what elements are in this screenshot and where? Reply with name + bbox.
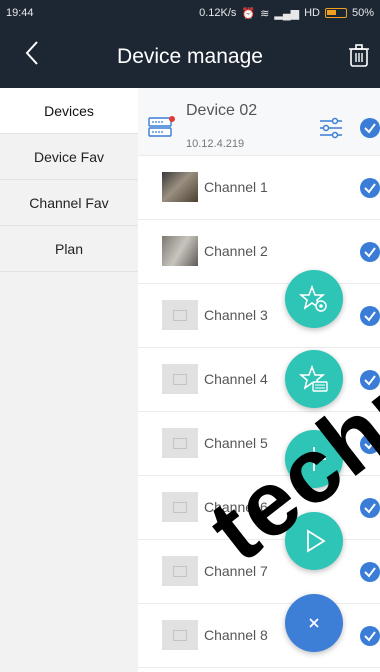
sliders-icon[interactable]: [318, 116, 344, 140]
channel-select-checkbox[interactable]: [360, 562, 380, 582]
channel-name: Channel 3: [204, 307, 268, 323]
network-speed: 0.12K/s: [199, 7, 237, 19]
check-icon: [364, 247, 376, 258]
sidebar: Devices Device Fav Channel Fav Plan: [0, 88, 138, 672]
device-ip: 10.12.4.219: [186, 138, 245, 150]
check-icon: [364, 503, 376, 514]
channel-select-checkbox[interactable]: [360, 306, 380, 326]
network-type: HD: [304, 7, 320, 19]
chevron-left-icon: [25, 41, 38, 65]
status-bar: 19:44 0.12K/s ⏰ ≋ ▂▄▆ HD 50%: [0, 0, 380, 26]
image-placeholder-icon: [173, 437, 187, 449]
back-button[interactable]: [24, 40, 40, 73]
channel-thumbnail: [162, 428, 198, 458]
app-bar: Device manage: [0, 26, 380, 88]
channel-row[interactable]: Channel 8: [138, 604, 380, 668]
channel-thumbnail: [162, 172, 198, 202]
device-name: Device 02: [186, 102, 258, 119]
image-placeholder-icon: [173, 309, 187, 321]
device-select-checkbox[interactable]: [360, 118, 380, 138]
delete-button[interactable]: [348, 44, 372, 70]
channel-thumbnail: [162, 236, 198, 266]
close-icon: [309, 618, 319, 628]
channel-name: Channel 1: [204, 179, 268, 195]
channel-thumbnail: [162, 300, 198, 330]
status-time: 19:44: [6, 7, 34, 19]
channel-name: Channel 8: [204, 627, 268, 643]
favorite-channel-button[interactable]: [285, 270, 343, 328]
check-icon: [364, 631, 376, 642]
star-device-icon: [299, 364, 328, 392]
channel-row[interactable]: Channel 3: [138, 284, 380, 348]
channel-thumbnail: [162, 364, 198, 394]
battery-level: 50%: [351, 7, 374, 19]
signal-icon: ▂▄▆: [274, 7, 300, 20]
device-row[interactable]: Device 02 10.12.4.219: [138, 88, 380, 156]
sidebar-item-plan[interactable]: Plan: [0, 226, 138, 272]
channel-select-checkbox[interactable]: [360, 178, 380, 198]
trash-icon: [349, 44, 369, 67]
channel-name: Channel 2: [204, 243, 268, 259]
channel-thumbnail: [162, 556, 198, 586]
page-title: Device manage: [117, 45, 263, 68]
check-icon: [364, 311, 376, 322]
alarm-icon: ⏰: [241, 7, 256, 20]
close-menu-button[interactable]: [285, 594, 343, 652]
image-placeholder-icon: [173, 501, 187, 513]
channel-select-checkbox[interactable]: [360, 242, 380, 262]
channel-thumbnail: [162, 620, 198, 650]
check-icon: [364, 183, 376, 194]
check-icon: [364, 567, 376, 578]
dvr-device-icon: [148, 116, 175, 137]
image-placeholder-icon: [173, 565, 187, 577]
sidebar-item-device-fav[interactable]: Device Fav: [0, 134, 138, 180]
channel-name: Channel 4: [204, 371, 268, 387]
channel-select-checkbox[interactable]: [360, 626, 380, 646]
image-placeholder-icon: [173, 629, 187, 641]
image-placeholder-icon: [173, 373, 187, 385]
sidebar-item-channel-fav[interactable]: Channel Fav: [0, 180, 138, 226]
channel-row[interactable]: Channel 2: [138, 220, 380, 284]
star-camera-icon: [299, 284, 327, 312]
check-icon: [364, 123, 376, 134]
channel-row[interactable]: Channel 1: [138, 156, 380, 220]
battery-icon: [324, 8, 347, 18]
wifi-icon: ≋: [260, 7, 270, 20]
sidebar-item-devices[interactable]: Devices: [0, 88, 138, 134]
channel-select-checkbox[interactable]: [360, 498, 380, 518]
